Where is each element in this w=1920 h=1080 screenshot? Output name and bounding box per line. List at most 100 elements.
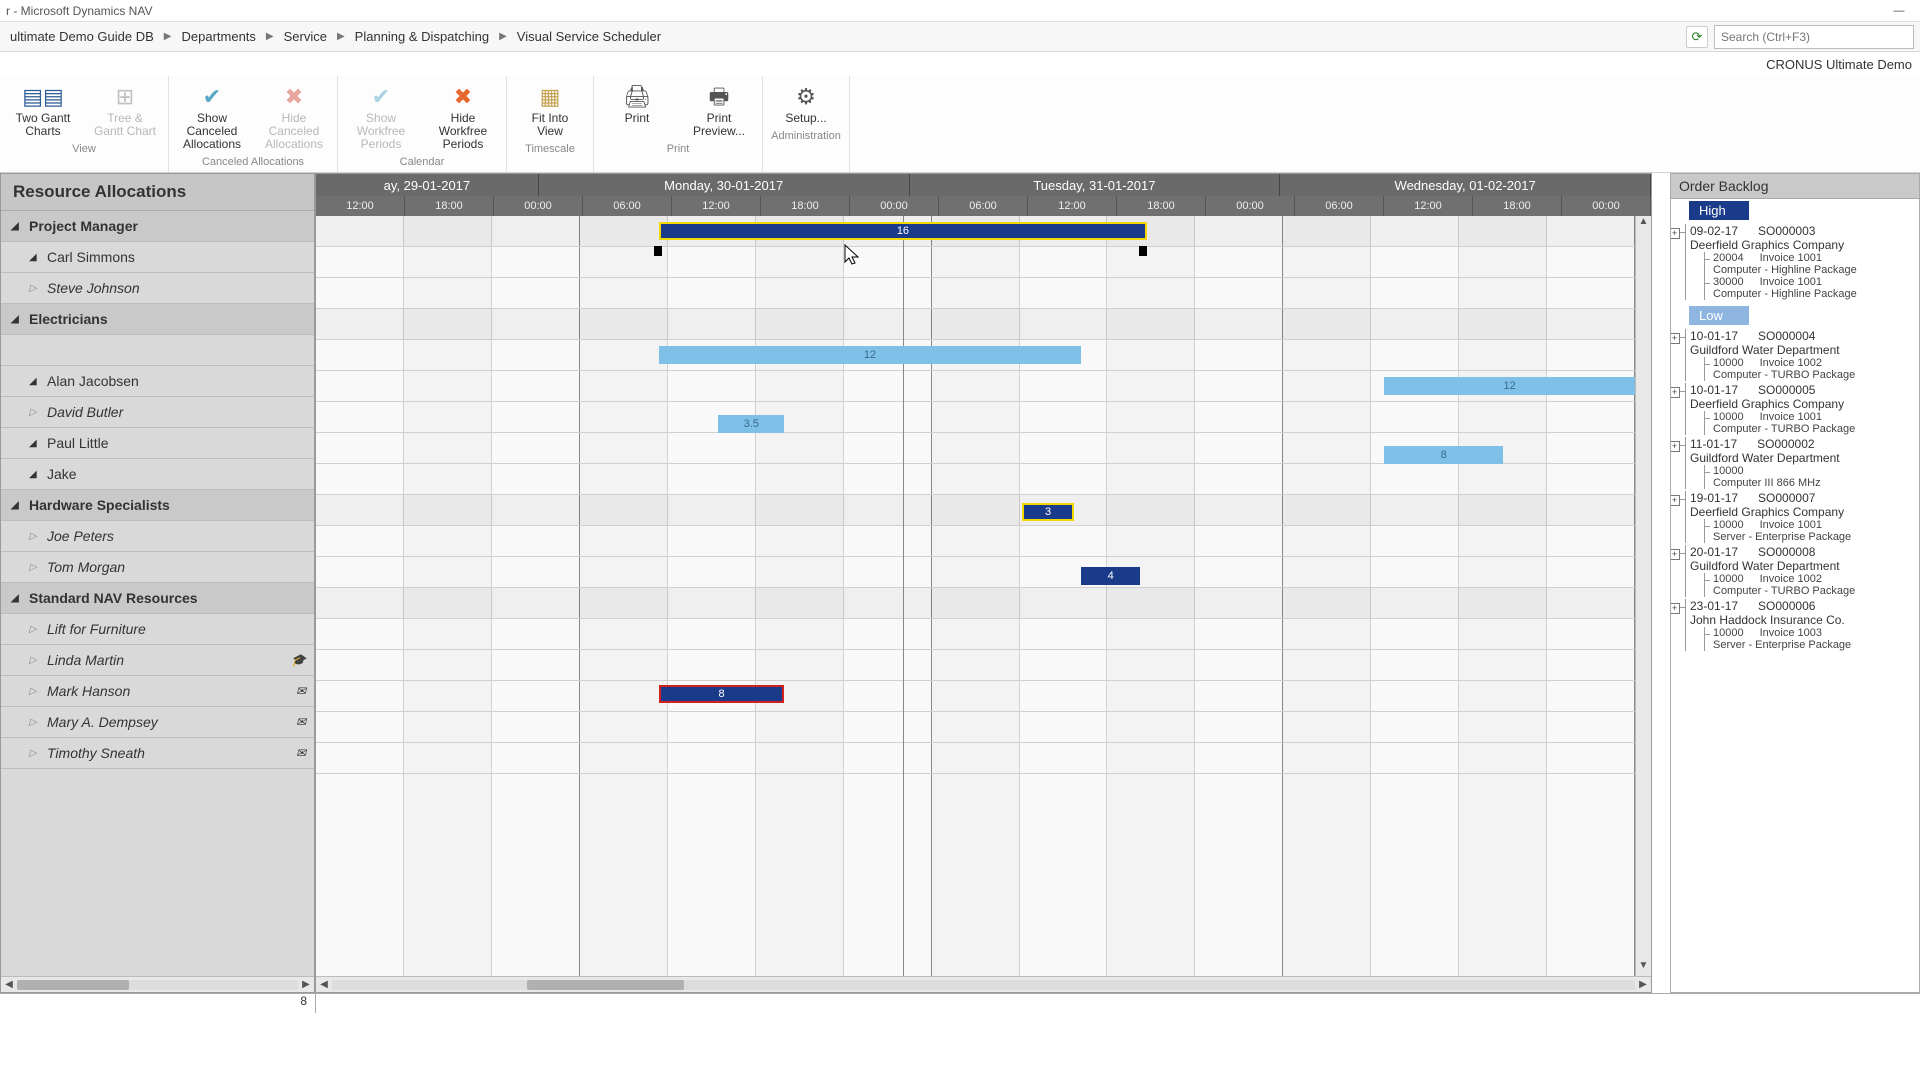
toggle-icon[interactable]: ▷	[29, 624, 43, 635]
toggle-icon[interactable]: ◢	[29, 252, 43, 263]
allocation-bar[interactable]: 12	[659, 346, 1081, 364]
gantt-body[interactable]: 16 12 12 3.5 8 3 4 8	[316, 216, 1635, 976]
order-line[interactable]: 10000Computer III 866 MHz	[1704, 465, 1919, 489]
expand-icon[interactable]: +	[1671, 441, 1680, 452]
resource-item[interactable]: ◢Alan Jacobsen	[1, 366, 314, 397]
toggle-icon[interactable]: ◢	[29, 376, 43, 387]
backlog-order[interactable]: +10-01-17SO000004Guildford Water Departm…	[1685, 329, 1919, 381]
gantt-hscroll[interactable]: ◀ ▶	[316, 976, 1651, 992]
bar-label: 12	[864, 349, 876, 361]
priority-high-label[interactable]: High	[1689, 201, 1749, 220]
expand-icon[interactable]: +	[1671, 603, 1680, 614]
hide-workfree-button[interactable]: ✖ Hide Workfree Periods	[428, 80, 498, 153]
drag-end-handle[interactable]	[1139, 246, 1147, 256]
order-line[interactable]: 20004Invoice 1001Computer - Highline Pac…	[1704, 252, 1919, 276]
order-line[interactable]: 30000Invoice 1001Computer - Highline Pac…	[1704, 276, 1919, 300]
toggle-icon[interactable]: ▷	[29, 283, 43, 294]
scroll-down-icon[interactable]: ▼	[1636, 960, 1651, 976]
resource-item[interactable]: ▷Joe Peters	[1, 521, 314, 552]
scroll-up-icon[interactable]: ▲	[1636, 216, 1651, 232]
expand-icon[interactable]: +	[1671, 495, 1680, 506]
resource-group[interactable]: ◢Standard NAV Resources	[1, 583, 314, 614]
backlog-order[interactable]: +23-01-17SO000006John Haddock Insurance …	[1685, 599, 1919, 651]
toggle-icon[interactable]: ▷	[29, 717, 43, 728]
expand-icon[interactable]: +	[1671, 549, 1680, 560]
order-line[interactable]: 10000Invoice 1001Computer - TURBO Packag…	[1704, 411, 1919, 435]
scroll-left-icon[interactable]: ◀	[1, 979, 17, 990]
toggle-icon[interactable]: ▷	[29, 407, 43, 418]
resource-item[interactable]: ▷Mary A. Dempsey✉	[1, 707, 314, 738]
order-line[interactable]: 10000Invoice 1002Computer - TURBO Packag…	[1704, 357, 1919, 381]
backlog-order[interactable]: +09-02-17SO000003Deerfield Graphics Comp…	[1685, 224, 1919, 300]
print-preview-button[interactable]: 🖶 Print Preview...	[684, 80, 754, 140]
expand-icon[interactable]: +	[1671, 387, 1680, 398]
toggle-icon[interactable]: ◢	[29, 469, 43, 480]
breadcrumb-item[interactable]: Visual Service Scheduler	[513, 27, 665, 46]
toggle-icon[interactable]: ◢	[29, 438, 43, 449]
two-gantt-charts-button[interactable]: ▤▤ Two Gantt Charts	[8, 80, 78, 140]
scroll-right-icon[interactable]: ▶	[1635, 979, 1651, 990]
search-input[interactable]	[1714, 25, 1914, 49]
backlog-order[interactable]: +19-01-17SO000007Deerfield Graphics Comp…	[1685, 491, 1919, 543]
breadcrumb-item[interactable]: Service	[280, 27, 331, 46]
toggle-icon[interactable]: ◢	[11, 500, 25, 511]
resource-item[interactable]: ◢Paul Little	[1, 428, 314, 459]
priority-low-label[interactable]: Low	[1689, 306, 1749, 325]
breadcrumb-item[interactable]: ultimate Demo Guide DB	[6, 27, 158, 46]
toggle-icon[interactable]: ▷	[29, 686, 43, 697]
resource-item[interactable]: ▷Linda Martin🎓	[1, 645, 314, 676]
allocation-bar[interactable]: 3	[1022, 503, 1075, 521]
toggle-icon[interactable]: ▷	[29, 531, 43, 542]
scroll-left-icon[interactable]: ◀	[316, 979, 332, 990]
setup-button[interactable]: ⚙ Setup...	[771, 80, 841, 127]
order-customer: Guildford Water Department	[1690, 559, 1919, 573]
allocation-bar[interactable]: 16	[659, 222, 1147, 240]
resource-item[interactable]: ◢Jake	[1, 459, 314, 490]
order-line[interactable]: 10000Invoice 1003Server - Enterprise Pac…	[1704, 627, 1919, 651]
toggle-icon[interactable]: ◢	[11, 314, 25, 325]
breadcrumb-item[interactable]: Departments	[177, 27, 259, 46]
scroll-right-icon[interactable]: ▶	[298, 979, 314, 990]
minimize-icon[interactable]: —	[1884, 5, 1914, 17]
resource-item[interactable]: ▷Tom Morgan	[1, 552, 314, 583]
order-line[interactable]: 10000Invoice 1002Computer - TURBO Packag…	[1704, 573, 1919, 597]
backlog-order[interactable]: +10-01-17SO000005Deerfield Graphics Comp…	[1685, 383, 1919, 435]
resource-item[interactable]: ▷David Butler	[1, 397, 314, 428]
resource-group[interactable]: ◢Project Manager	[1, 211, 314, 242]
tree-gantt-chart-button[interactable]: ⊞ Tree & Gantt Chart	[90, 80, 160, 140]
resource-group[interactable]: ◢Hardware Specialists	[1, 490, 314, 521]
show-workfree-button[interactable]: ✔ Show Workfree Periods	[346, 80, 416, 153]
resource-item[interactable]: ▷Timothy Sneath✉	[1, 738, 314, 769]
toggle-icon[interactable]: ▷	[29, 748, 43, 759]
toggle-icon[interactable]: ▷	[29, 562, 43, 573]
allocation-bar[interactable]: 12	[1384, 377, 1635, 395]
calendar-icon: ▦	[540, 82, 561, 110]
drag-start-handle[interactable]	[654, 246, 662, 256]
resource-group[interactable]: ◢Electricians	[1, 304, 314, 335]
refresh-icon[interactable]: ⟳	[1686, 26, 1708, 48]
toggle-icon[interactable]: ▷	[29, 655, 43, 666]
backlog-order[interactable]: +20-01-17SO000008Guildford Water Departm…	[1685, 545, 1919, 597]
breadcrumb-item[interactable]: Planning & Dispatching	[351, 27, 493, 46]
toggle-icon[interactable]: ◢	[11, 593, 25, 604]
allocation-bar[interactable]: 3.5	[718, 415, 784, 433]
backlog-order[interactable]: +11-01-17SO000002Guildford Water Departm…	[1685, 437, 1919, 489]
fit-into-view-button[interactable]: ▦ Fit Into View	[515, 80, 585, 140]
resource-item[interactable]: ▷ Lift for Furniture	[1, 614, 314, 645]
allocation-bar[interactable]: 8	[1384, 446, 1503, 464]
resource-label: Lift for Furniture	[47, 621, 146, 637]
print-button[interactable]: 🖨 Print	[602, 80, 672, 140]
gantt-vscroll[interactable]: ▲ ▼	[1635, 216, 1651, 976]
toggle-icon[interactable]: ◢	[11, 221, 25, 232]
resource-item[interactable]: ▷Steve Johnson	[1, 273, 314, 304]
expand-icon[interactable]: +	[1671, 333, 1680, 344]
expand-icon[interactable]: +	[1671, 228, 1680, 239]
allocation-bar[interactable]: 4	[1081, 567, 1140, 585]
order-line[interactable]: 10000Invoice 1001Server - Enterprise Pac…	[1704, 519, 1919, 543]
allocation-bar[interactable]: 8	[659, 685, 784, 703]
show-canceled-button[interactable]: ✔ Show Canceled Allocations	[177, 80, 247, 153]
resource-hscroll[interactable]: ◀ ▶	[1, 976, 314, 992]
resource-item[interactable]: ◢Carl Simmons	[1, 242, 314, 273]
resource-item[interactable]: ▷Mark Hanson✉	[1, 676, 314, 707]
hide-canceled-button[interactable]: ✖ Hide Canceled Allocations	[259, 80, 329, 153]
